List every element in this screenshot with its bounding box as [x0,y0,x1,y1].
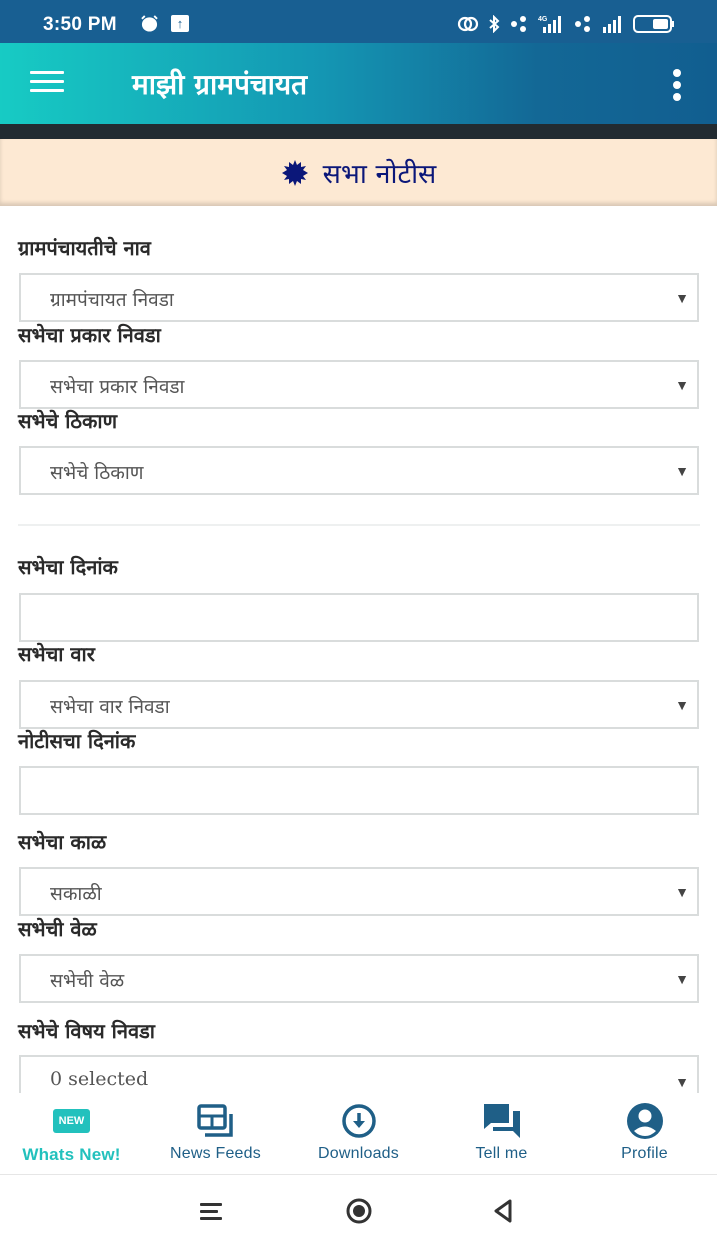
svg-text:4G: 4G [538,16,548,23]
back-icon[interactable] [490,1196,520,1226]
status-bar: 3:50 PM ↑ 4G [0,0,717,43]
new-badge-icon: NEW [53,1109,90,1133]
nav-whats-new[interactable]: NEW Whats New! [0,1093,143,1173]
status-left-icons: ↑ [140,15,189,32]
status-time: 3:50 PM [43,14,117,35]
signal-4g-icon: 4G [538,16,561,33]
section-divider [18,524,700,526]
meeting-time-select[interactable]: सभेची वेळ ▼ [19,954,699,1003]
nav-profile[interactable]: Profile [573,1093,716,1173]
notice-date-input[interactable] [19,766,699,815]
chat-icon [483,1104,520,1138]
toolbar-shadow-strip [0,124,717,139]
page-title: सभा नोटीस [322,159,437,190]
link-icon [457,16,479,32]
dropdown-caret-icon: ▼ [675,377,689,393]
meeting-period-value: सकाळी [50,883,102,905]
starburst-icon [281,159,308,186]
profile-icon [626,1103,663,1139]
dots-icon [511,16,526,32]
meeting-day-label: सभेचा वार [18,642,95,666]
dropdown-caret-icon: ▼ [675,463,689,479]
meeting-period-label: सभेचा काळ [18,830,107,854]
dots-icon [575,16,590,32]
meeting-date-input[interactable] [19,593,699,642]
nav-label: Tell me [475,1145,528,1162]
upload-icon: ↑ [171,15,189,32]
nav-label: Whats New! [22,1145,121,1164]
dropdown-caret-icon: ▼ [675,884,689,900]
nav-label: Downloads [318,1145,399,1162]
meeting-venue-select[interactable]: सभेचे ठिकाण ▼ [19,446,699,495]
home-icon[interactable] [344,1196,374,1226]
meeting-date-label: सभेचा दिनांक [18,555,118,579]
app-title: माझी ग्रामपंचायत [132,68,308,101]
nav-tell-me[interactable]: Tell me [430,1093,573,1173]
more-vert-icon[interactable] [667,69,687,101]
nav-label: News Feeds [170,1145,261,1162]
page-banner: सभा नोटीस [0,139,717,206]
meeting-type-label: सभेचा प्रकार निवडा [18,323,161,347]
meeting-time-value: सभेची वेळ [50,970,125,992]
download-icon [341,1104,376,1138]
gram-panchayat-value: ग्रामपंचायत निवडा [50,289,174,311]
meeting-day-value: सभेचा वार निवडा [50,696,170,718]
dropdown-caret-icon: ▼ [675,1074,689,1090]
meeting-time-label: सभेची वेळ [18,917,97,941]
news-feed-icon [196,1104,233,1137]
recent-apps-icon[interactable] [196,1196,226,1226]
app-bar: माझी ग्रामपंचायत [0,43,717,124]
nav-news-feeds[interactable]: News Feeds [144,1093,287,1173]
nav-downloads[interactable]: Downloads [287,1093,430,1173]
gram-panchayat-label: ग्रामपंचायतीचे नाव [18,236,151,260]
signal-icon [603,16,621,33]
meeting-subjects-value: 0 selected [50,1068,149,1090]
meeting-venue-label: सभेचे ठिकाण [18,409,118,433]
gram-panchayat-select[interactable]: ग्रामपंचायत निवडा ▼ [19,273,699,322]
nav-label: Profile [621,1145,668,1162]
meeting-period-select[interactable]: सकाळी ▼ [19,867,699,916]
battery-icon [633,15,674,33]
dropdown-caret-icon: ▼ [675,697,689,713]
hamburger-menu-icon[interactable] [30,65,70,101]
meeting-type-value: सभेचा प्रकार निवडा [50,376,185,398]
bottom-navigation: NEW Whats New! News Feeds Downloads Tell… [0,1093,717,1175]
status-right-icons: 4G [457,14,675,34]
system-navigation-bar [0,1176,717,1243]
dropdown-caret-icon: ▼ [675,290,689,306]
dropdown-caret-icon: ▼ [675,971,689,987]
alarm-icon [141,15,158,32]
notice-date-label: नोटीसचा दिनांक [18,729,136,753]
meeting-day-select[interactable]: सभेचा वार निवडा ▼ [19,680,699,729]
meeting-venue-value: सभेचे ठिकाण [50,462,144,484]
meeting-type-select[interactable]: सभेचा प्रकार निवडा ▼ [19,360,699,409]
bluetooth-icon [489,15,500,33]
meeting-subjects-label: सभेचे विषय निवडा [18,1019,155,1043]
